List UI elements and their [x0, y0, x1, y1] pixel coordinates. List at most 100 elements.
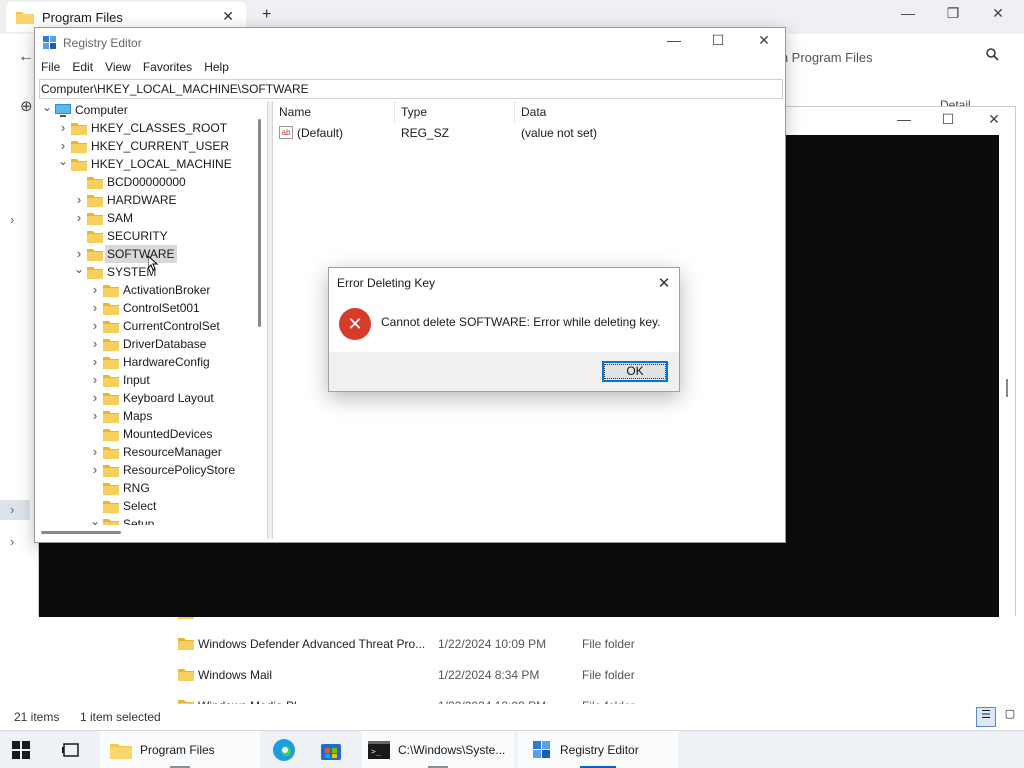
expand-chevron-icon[interactable]: › [89, 299, 101, 317]
collapse-chevron-icon[interactable]: ⌄ [57, 152, 69, 170]
nav-expand-chevron-icon[interactable]: › [10, 502, 14, 517]
tree-node[interactable]: › HARDWARE [37, 191, 253, 209]
expand-chevron-icon[interactable]: › [73, 209, 85, 227]
tree-node-label: Input [123, 373, 150, 387]
ok-button[interactable]: OK [602, 361, 668, 382]
expand-chevron-icon[interactable]: › [89, 371, 101, 389]
maximize-button[interactable]: ☐ [703, 32, 733, 49]
tree-node-hklm[interactable]: ⌄ HKEY_LOCAL_MACHINE [37, 152, 253, 173]
column-header-data[interactable]: Data [515, 101, 785, 123]
taskbar-cmd[interactable]: >_ C:\Windows\Syste... [362, 731, 514, 768]
taskbar-explorer[interactable]: Program Files [100, 731, 260, 768]
tree-node[interactable]: Select [37, 497, 253, 515]
menu-favorites[interactable]: Favorites [137, 58, 198, 78]
menu-edit[interactable]: Edit [66, 58, 99, 78]
back-arrow-icon[interactable]: ← [18, 48, 34, 66]
expand-chevron-icon[interactable]: › [89, 461, 101, 479]
tiles-view-icon[interactable]: ▢ [1000, 707, 1020, 727]
tree-node-label: SECURITY [107, 229, 168, 243]
start-button[interactable] [12, 731, 38, 768]
folder-icon [103, 393, 119, 405]
console-scrollbar[interactable] [999, 135, 1015, 617]
expand-chevron-icon[interactable]: › [89, 443, 101, 461]
expand-chevron-icon[interactable]: › [57, 119, 69, 137]
folder-icon [103, 501, 119, 513]
tree-node-label: Select [123, 499, 157, 513]
tree-node[interactable]: › ControlSet001 [37, 299, 253, 317]
expand-chevron-icon[interactable]: › [89, 389, 101, 407]
search-icon[interactable] [986, 48, 999, 64]
tree-node[interactable]: › ResourcePolicyStore [37, 461, 253, 479]
expand-chevron-icon[interactable]: › [89, 317, 101, 335]
key-tree[interactable]: ⌄ Computer › HKEY_CLASSES_ROOT › HKEY_CURRENT… [37, 101, 253, 525]
taskbar-regedit[interactable]: Registry Editor [518, 731, 678, 768]
tree-node[interactable]: › SAM [37, 209, 253, 227]
tree-node[interactable]: › CurrentControlSet [37, 317, 253, 335]
minimize-button[interactable]: — [659, 32, 689, 48]
address-bar[interactable]: Computer\HKEY_LOCAL_MACHINE\SOFTWARE [39, 79, 783, 99]
close-button[interactable]: ✕ [983, 5, 1013, 22]
close-button[interactable]: ✕ [749, 32, 779, 49]
maximize-button[interactable]: ☐ [933, 111, 963, 128]
nav-expand-chevron-icon[interactable]: › [10, 534, 14, 549]
collapse-chevron-icon[interactable]: ⌄ [73, 260, 85, 278]
nav-selected-item[interactable] [0, 500, 30, 520]
file-date: 1/22/2024 10:09 PM [438, 637, 547, 651]
collapse-chevron-icon[interactable]: ⌄ [41, 101, 53, 116]
folder-icon [87, 249, 103, 261]
expand-chevron-icon[interactable]: › [89, 335, 101, 353]
search-box[interactable]: rch Program Files [770, 44, 1015, 70]
list-item[interactable]: Windows Defender Advanced Threat Pro... 1… [158, 629, 1018, 659]
menu-view[interactable]: View [99, 58, 137, 78]
close-button[interactable]: ✕ [979, 111, 1009, 128]
folder-icon [103, 429, 119, 441]
nav-expand-chevron-icon[interactable]: › [10, 212, 14, 227]
value-row[interactable]: ab (Default) REG_SZ (value not set) [279, 123, 779, 143]
tree-node[interactable]: › ResourceManager [37, 443, 253, 461]
tree-node-hkcr[interactable]: › HKEY_CLASSES_ROOT [37, 119, 253, 137]
tree-node[interactable]: MountedDevices [37, 425, 253, 443]
minimize-button[interactable]: — [893, 5, 923, 21]
expand-chevron-icon[interactable]: › [89, 281, 101, 299]
details-view-icon[interactable]: ☰ [976, 707, 996, 727]
tree-node[interactable]: › DriverDatabase [37, 335, 253, 353]
tree-node-hkcu[interactable]: › HKEY_CURRENT_USER [37, 137, 253, 155]
tree-node[interactable]: RNG [37, 479, 253, 497]
taskbar-store[interactable] [320, 731, 346, 768]
file-type: File folder [582, 637, 635, 651]
new-item-icon[interactable]: ⊕ [20, 97, 33, 115]
tree-node[interactable]: SECURITY [37, 227, 253, 245]
minimize-button[interactable]: — [889, 111, 919, 127]
restore-button[interactable]: ❐ [938, 5, 968, 22]
menu-file[interactable]: File [35, 58, 66, 78]
tree-node[interactable]: ⌄ Setup [37, 512, 253, 525]
tree-node[interactable]: › Input [37, 371, 253, 389]
expand-chevron-icon[interactable]: › [89, 353, 101, 371]
tree-node[interactable]: ⌄ SYSTEM [37, 260, 253, 281]
tree-node[interactable]: › SOFTWARE [37, 245, 253, 263]
taskbar-edge[interactable] [272, 731, 298, 768]
expand-chevron-icon[interactable]: › [89, 407, 101, 425]
tree-node[interactable]: › Maps [37, 407, 253, 425]
new-tab-button[interactable]: + [262, 6, 271, 24]
folder-icon [87, 213, 103, 225]
tree-node[interactable]: › ActivationBroker [37, 281, 253, 299]
task-view-icon [62, 743, 79, 757]
tab-close-icon[interactable]: ✕ [222, 8, 234, 25]
column-header-name[interactable]: Name [273, 101, 395, 123]
tree-vertical-scrollbar[interactable] [253, 101, 267, 525]
dialog-close-icon[interactable]: ✕ [655, 274, 673, 292]
tree-node[interactable]: BCD00000000 [37, 173, 253, 191]
tree-node[interactable]: › HardwareConfig [37, 353, 253, 371]
folder-icon [16, 12, 34, 24]
menu-help[interactable]: Help [198, 58, 235, 78]
folder-icon [103, 483, 119, 495]
tree-horizontal-scrollbar[interactable] [37, 525, 267, 539]
column-header-type[interactable]: Type [395, 101, 515, 123]
tree-node[interactable]: › Keyboard Layout [37, 389, 253, 407]
task-view-button[interactable] [62, 731, 84, 768]
list-item[interactable]: Windows Mail 1/22/2024 8:34 PM File folder [158, 660, 1018, 690]
collapse-chevron-icon[interactable]: ⌄ [89, 512, 101, 525]
tree-node-computer[interactable]: ⌄ Computer [37, 101, 253, 119]
expand-chevron-icon[interactable]: › [73, 191, 85, 209]
